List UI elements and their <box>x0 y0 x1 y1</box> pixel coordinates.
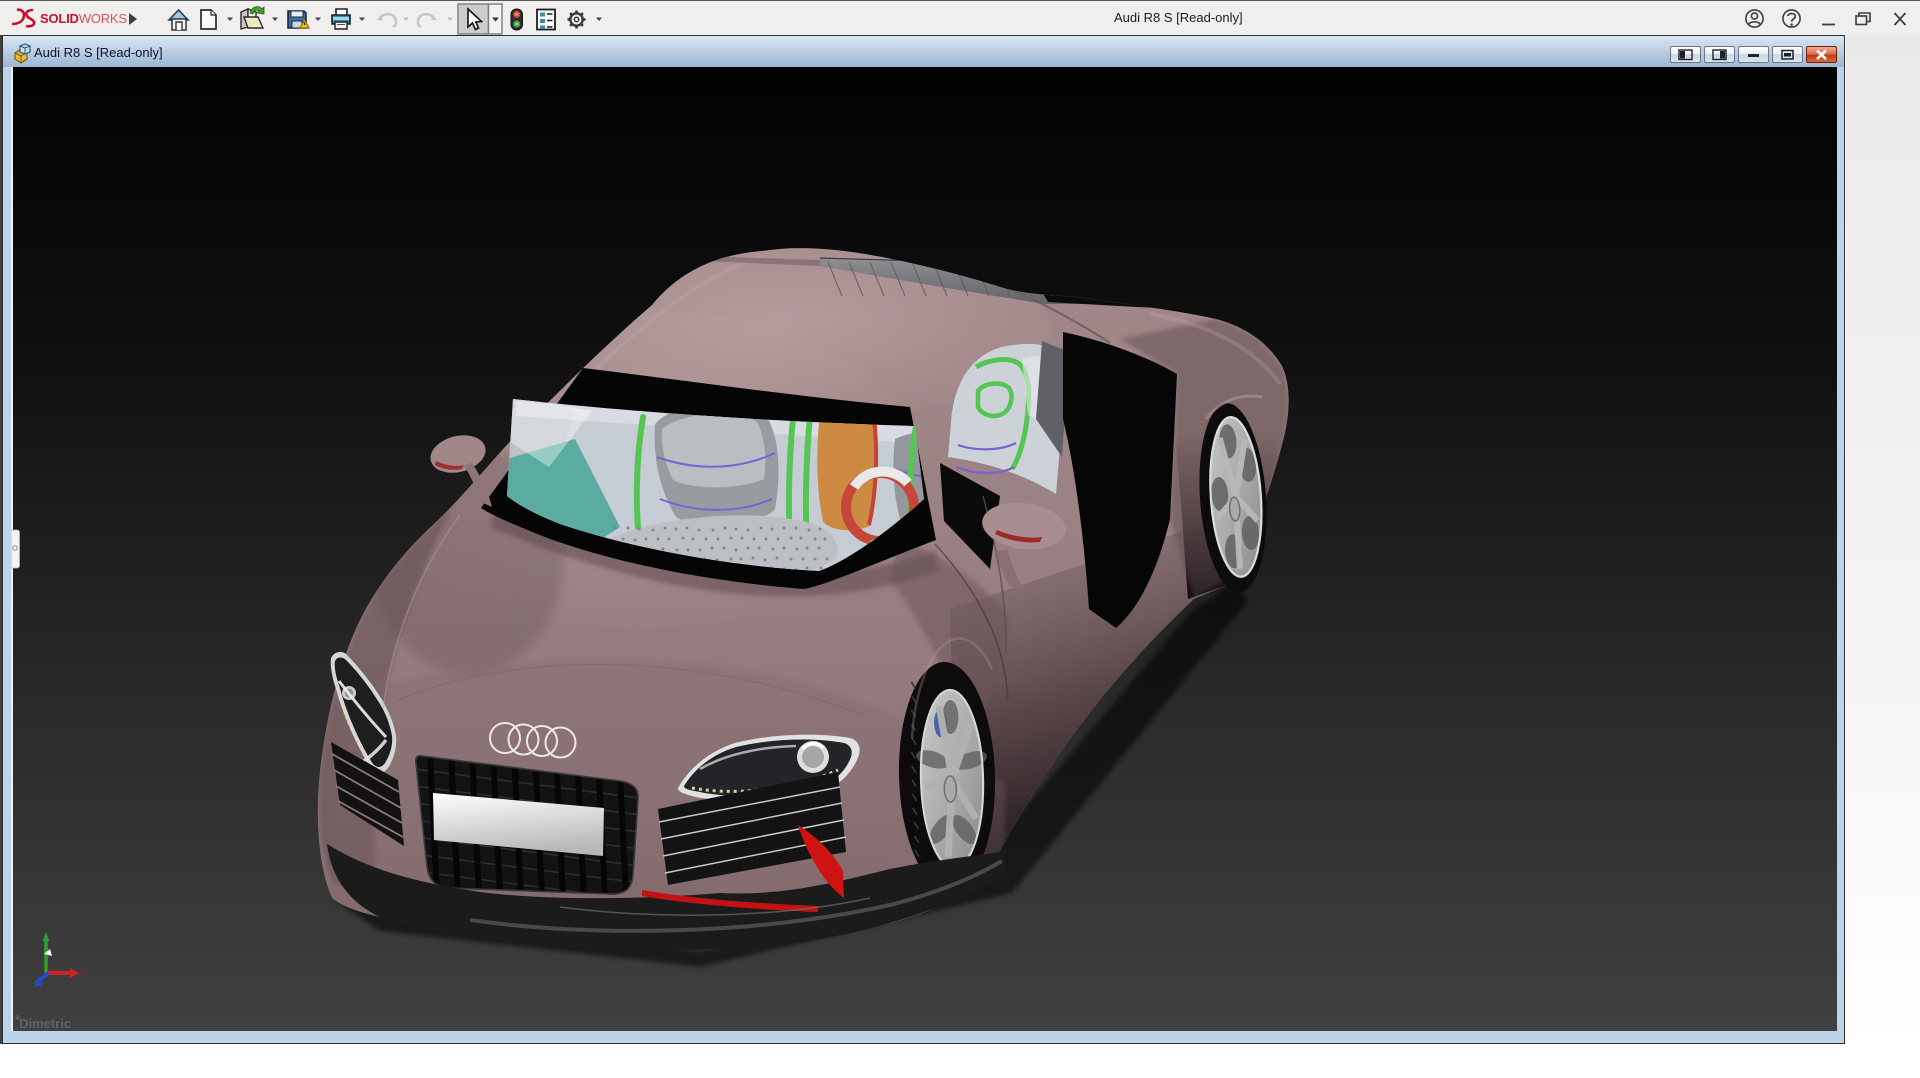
svg-text:SOLIDWORKS: SOLIDWORKS <box>40 11 127 26</box>
